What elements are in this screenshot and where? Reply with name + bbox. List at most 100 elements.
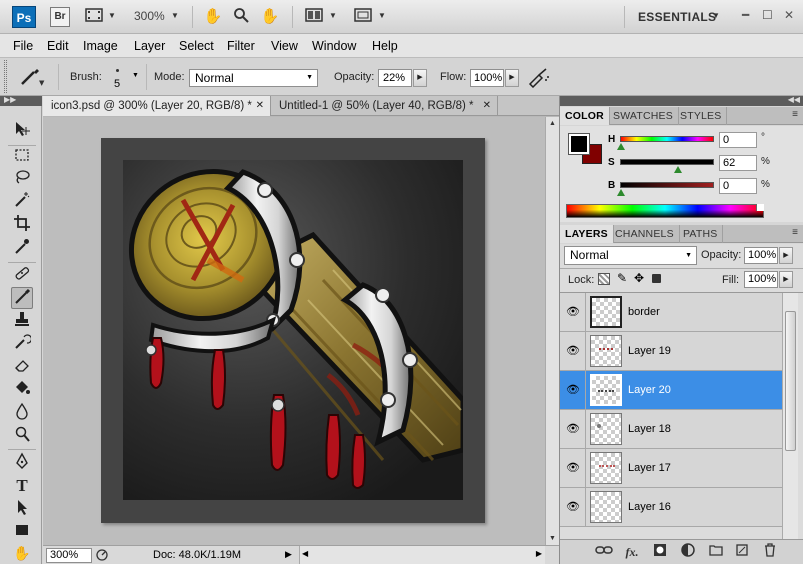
history-brush-tool-icon[interactable]: [11, 333, 33, 355]
layers-scrollbar[interactable]: [782, 293, 798, 539]
foreground-color-swatch[interactable]: [568, 133, 590, 155]
saturation-slider-thumb[interactable]: [674, 166, 682, 173]
hand-tool-icon[interactable]: ✋: [11, 542, 33, 564]
hand-icon[interactable]: ✋: [203, 7, 223, 27]
chevron-down-icon[interactable]: ▼: [378, 11, 386, 20]
scroll-down-arrow[interactable]: ▼: [546, 532, 559, 545]
menu-view[interactable]: View: [271, 39, 298, 53]
hue-slider-thumb[interactable]: [617, 143, 625, 150]
lock-all-icon[interactable]: [652, 274, 661, 283]
new-group-icon[interactable]: [706, 543, 726, 561]
s-input[interactable]: 62: [719, 155, 757, 171]
collapse-icon[interactable]: ◀◀: [788, 95, 800, 104]
hue-slider[interactable]: [620, 136, 714, 142]
move-tool-icon[interactable]: [11, 120, 33, 142]
opacity-input[interactable]: 22%: [378, 69, 412, 87]
maximize-button[interactable]: ☐: [762, 8, 773, 22]
menu-file[interactable]: File: [13, 39, 33, 53]
close-icon[interactable]: ✕: [483, 96, 491, 116]
marquee-tool-icon[interactable]: [11, 146, 33, 168]
chevron-down-icon[interactable]: ▼: [329, 11, 337, 20]
canvas-viewport[interactable]: [43, 117, 545, 545]
path-selection-tool-icon[interactable]: [11, 498, 33, 520]
film-strip-icon[interactable]: [84, 7, 104, 27]
layer-row-layer-20[interactable]: 👁 Layer 20: [560, 371, 782, 410]
eyedropper-tool-icon[interactable]: [11, 237, 33, 259]
lock-pixels-icon[interactable]: ✎: [617, 271, 627, 285]
workspace-switcher[interactable]: ESSENTIALS: [638, 10, 716, 24]
close-button[interactable]: ✕: [784, 8, 794, 22]
layer-row-layer-19[interactable]: 👁 Layer 19: [560, 332, 782, 371]
fill-input[interactable]: 100%: [744, 271, 778, 288]
menu-filter[interactable]: Filter: [227, 39, 255, 53]
vertical-scrollbar[interactable]: ▲ ▼: [545, 117, 559, 545]
fx-icon[interactable]: fx.: [622, 543, 642, 561]
layer-row-layer-17[interactable]: 👁 Layer 17: [560, 449, 782, 488]
chevron-down-icon[interactable]: ▼: [108, 11, 116, 20]
type-tool-icon[interactable]: T: [11, 475, 33, 497]
chevron-down-icon[interactable]: ▼: [712, 11, 720, 20]
lock-position-icon[interactable]: ✥: [634, 271, 644, 285]
rotate-view-icon[interactable]: ✋: [260, 7, 280, 27]
tab-channels[interactable]: CHANNELS: [610, 225, 680, 243]
healing-brush-tool-icon[interactable]: [11, 264, 33, 286]
tab-icon3-psd[interactable]: icon3.psd @ 300% (Layer 20, RGB/8) * ✕: [43, 96, 271, 116]
document-canvas[interactable]: [101, 138, 485, 523]
tab-color[interactable]: COLOR: [560, 107, 610, 125]
scrollbar-thumb[interactable]: [785, 311, 796, 451]
horizontal-scrollbar[interactable]: ◀ ▶: [299, 546, 545, 564]
blend-mode-select[interactable]: Normal ▼: [564, 246, 697, 265]
lasso-tool-icon[interactable]: [11, 168, 33, 190]
panel-menu-icon[interactable]: ≡: [792, 227, 798, 238]
fill-slider-button[interactable]: ▶: [779, 271, 793, 288]
layer-opacity-slider-button[interactable]: ▶: [779, 247, 793, 264]
eye-icon[interactable]: 👁: [566, 422, 580, 436]
adjustment-layer-icon[interactable]: [678, 543, 698, 561]
eye-icon[interactable]: 👁: [566, 344, 580, 358]
new-layer-icon[interactable]: [732, 543, 752, 561]
arrange-documents-icon[interactable]: [303, 7, 325, 27]
menu-edit[interactable]: Edit: [47, 39, 69, 53]
status-menu-arrow[interactable]: ▶: [285, 549, 292, 560]
crop-tool-icon[interactable]: [11, 214, 33, 236]
bridge-button[interactable]: Br: [50, 7, 70, 27]
h-input[interactable]: 0: [719, 132, 757, 148]
layer-row-layer-16[interactable]: 👁 Layer 16: [560, 488, 782, 527]
eye-icon[interactable]: 👁: [566, 461, 580, 475]
panel-menu-icon[interactable]: ≡: [792, 109, 798, 120]
layer-opacity-input[interactable]: 100%: [744, 247, 778, 264]
scroll-right-arrow[interactable]: ▶: [536, 549, 542, 558]
status-zoom-input[interactable]: 300%: [46, 548, 92, 563]
collapse-icon[interactable]: ▶▶: [4, 95, 16, 104]
tools-panel-header[interactable]: ▶▶: [0, 95, 42, 106]
flow-slider-button[interactable]: ▶: [505, 69, 519, 87]
shape-tool-icon[interactable]: [11, 521, 33, 543]
dodge-tool-icon[interactable]: [11, 425, 33, 447]
tool-preset-picker[interactable]: ▼: [18, 66, 46, 88]
paint-bucket-tool-icon[interactable]: [11, 379, 33, 401]
tab-untitled-1[interactable]: Untitled-1 @ 50% (Layer 40, RGB/8) * ✕: [271, 96, 498, 116]
opacity-slider-button[interactable]: ▶: [413, 69, 427, 87]
menu-image[interactable]: Image: [83, 39, 118, 53]
trash-icon[interactable]: [760, 543, 780, 561]
lock-transparency-icon[interactable]: [598, 273, 610, 285]
airbrush-icon[interactable]: [527, 66, 551, 89]
brush-tool-icon[interactable]: [11, 287, 33, 309]
eraser-tool-icon[interactable]: [11, 356, 33, 378]
tab-paths[interactable]: PATHS: [678, 225, 724, 243]
layer-row-layer-18[interactable]: 👁 Layer 18: [560, 410, 782, 449]
eye-icon[interactable]: 👁: [566, 500, 580, 514]
options-grip[interactable]: [4, 60, 7, 93]
pen-tool-icon[interactable]: [11, 452, 33, 474]
close-icon[interactable]: ✕: [256, 96, 264, 116]
minimize-button[interactable]: ━: [742, 8, 749, 22]
clone-stamp-tool-icon[interactable]: [11, 310, 33, 332]
layer-mask-icon[interactable]: [650, 543, 670, 561]
menu-select[interactable]: Select: [179, 39, 214, 53]
status-info-icon[interactable]: [95, 548, 109, 562]
flow-input[interactable]: 100%: [470, 69, 504, 87]
zoom-level-dropdown[interactable]: 300%: [134, 9, 165, 23]
eye-icon[interactable]: 👁: [566, 383, 580, 397]
chevron-down-icon[interactable]: ▼: [171, 11, 179, 20]
tab-layers[interactable]: LAYERS: [560, 225, 614, 243]
